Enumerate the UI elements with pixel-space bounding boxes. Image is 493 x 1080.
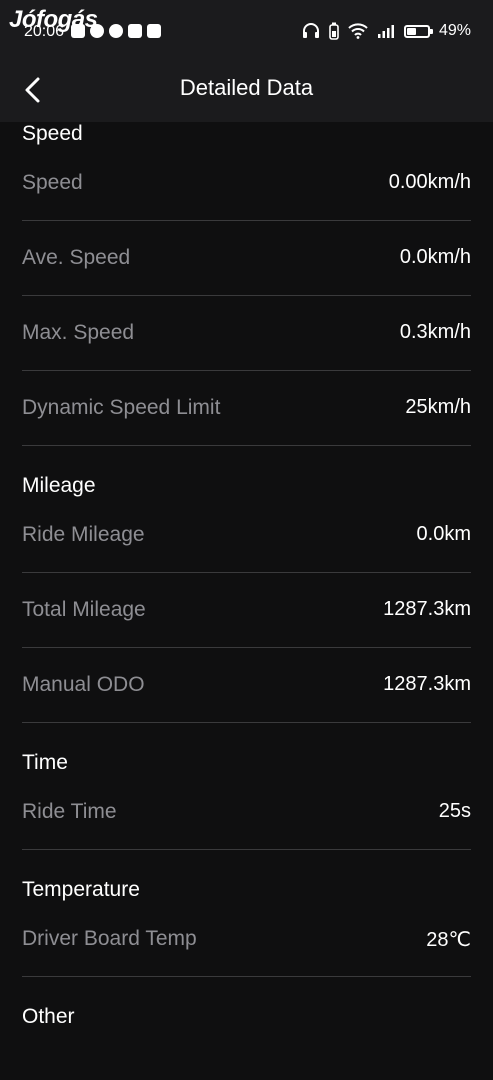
section-title-time: Time [22, 751, 68, 774]
battery-percent: 49% [438, 22, 471, 39]
device-battery-icon [329, 22, 339, 40]
watermark-logo: Jófogás [9, 6, 98, 33]
row-value: 1287.3km [383, 673, 471, 695]
row-label: Driver Board Temp [22, 927, 197, 950]
data-row-ride-time: Ride Time 25s [22, 775, 471, 850]
battery-icon [403, 24, 433, 38]
wifi-icon [348, 23, 368, 39]
row-label: Dynamic Speed Limit [22, 396, 221, 419]
status-bar: Jófogás 20:06 49% [0, 0, 493, 62]
row-label: Speed [22, 171, 83, 194]
row-value: 28℃ [426, 929, 471, 951]
data-row-dynamic-speed-limit: Dynamic Speed Limit 25km/h [22, 371, 471, 446]
youtube-icon [147, 24, 161, 38]
back-button[interactable] [14, 72, 50, 108]
signal-icon [377, 25, 394, 38]
data-row-ave-speed: Ave. Speed 0.0km/h [22, 221, 471, 296]
headphones-icon [302, 23, 319, 38]
row-value: 0.0km/h [399, 246, 471, 268]
detail-list[interactable]: Speed Speed 0.00km/h Ave. Speed 0.0km/h … [0, 122, 493, 1080]
data-row-total-mileage: Total Mileage 1287.3km [22, 573, 471, 648]
data-row-speed: Speed 0.00km/h [22, 146, 471, 221]
row-label: Ride Mileage [22, 523, 145, 546]
page-title: Detailed Data [179, 75, 314, 100]
row-value: 25km/h [405, 396, 471, 418]
section-title-speed: Speed [22, 122, 83, 145]
data-row-max-speed: Max. Speed 0.3km/h [22, 296, 471, 371]
battery-level-fill [406, 27, 416, 35]
row-value: 0.0km [416, 523, 471, 545]
row-label: Max. Speed [22, 321, 135, 344]
section-title-temperature: Temperature [22, 878, 140, 901]
app-header: Detailed Data [0, 62, 493, 122]
row-label: Ave. Speed [22, 246, 131, 269]
chevron-left-icon [25, 77, 40, 103]
system-status: 49% [302, 22, 471, 40]
row-value: 0.00km/h [388, 171, 471, 193]
chat-icon [109, 24, 123, 38]
row-value: 0.3km/h [399, 321, 471, 343]
data-row-ride-mileage: Ride Mileage 0.0km [22, 498, 471, 573]
row-label: Manual ODO [22, 673, 145, 696]
section-title-other: Other [22, 1005, 75, 1028]
row-label: Total Mileage [22, 598, 146, 621]
data-row-driver-board-temp: Driver Board Temp 28℃ [22, 902, 471, 977]
row-value: 25s [438, 800, 471, 822]
section-title-mileage: Mileage [22, 474, 96, 497]
data-row-manual-odo: Manual ODO 1287.3km [22, 648, 471, 723]
row-value: 1287.3km [383, 598, 471, 620]
youtube-icon [128, 24, 142, 38]
row-label: Ride Time [22, 800, 117, 823]
